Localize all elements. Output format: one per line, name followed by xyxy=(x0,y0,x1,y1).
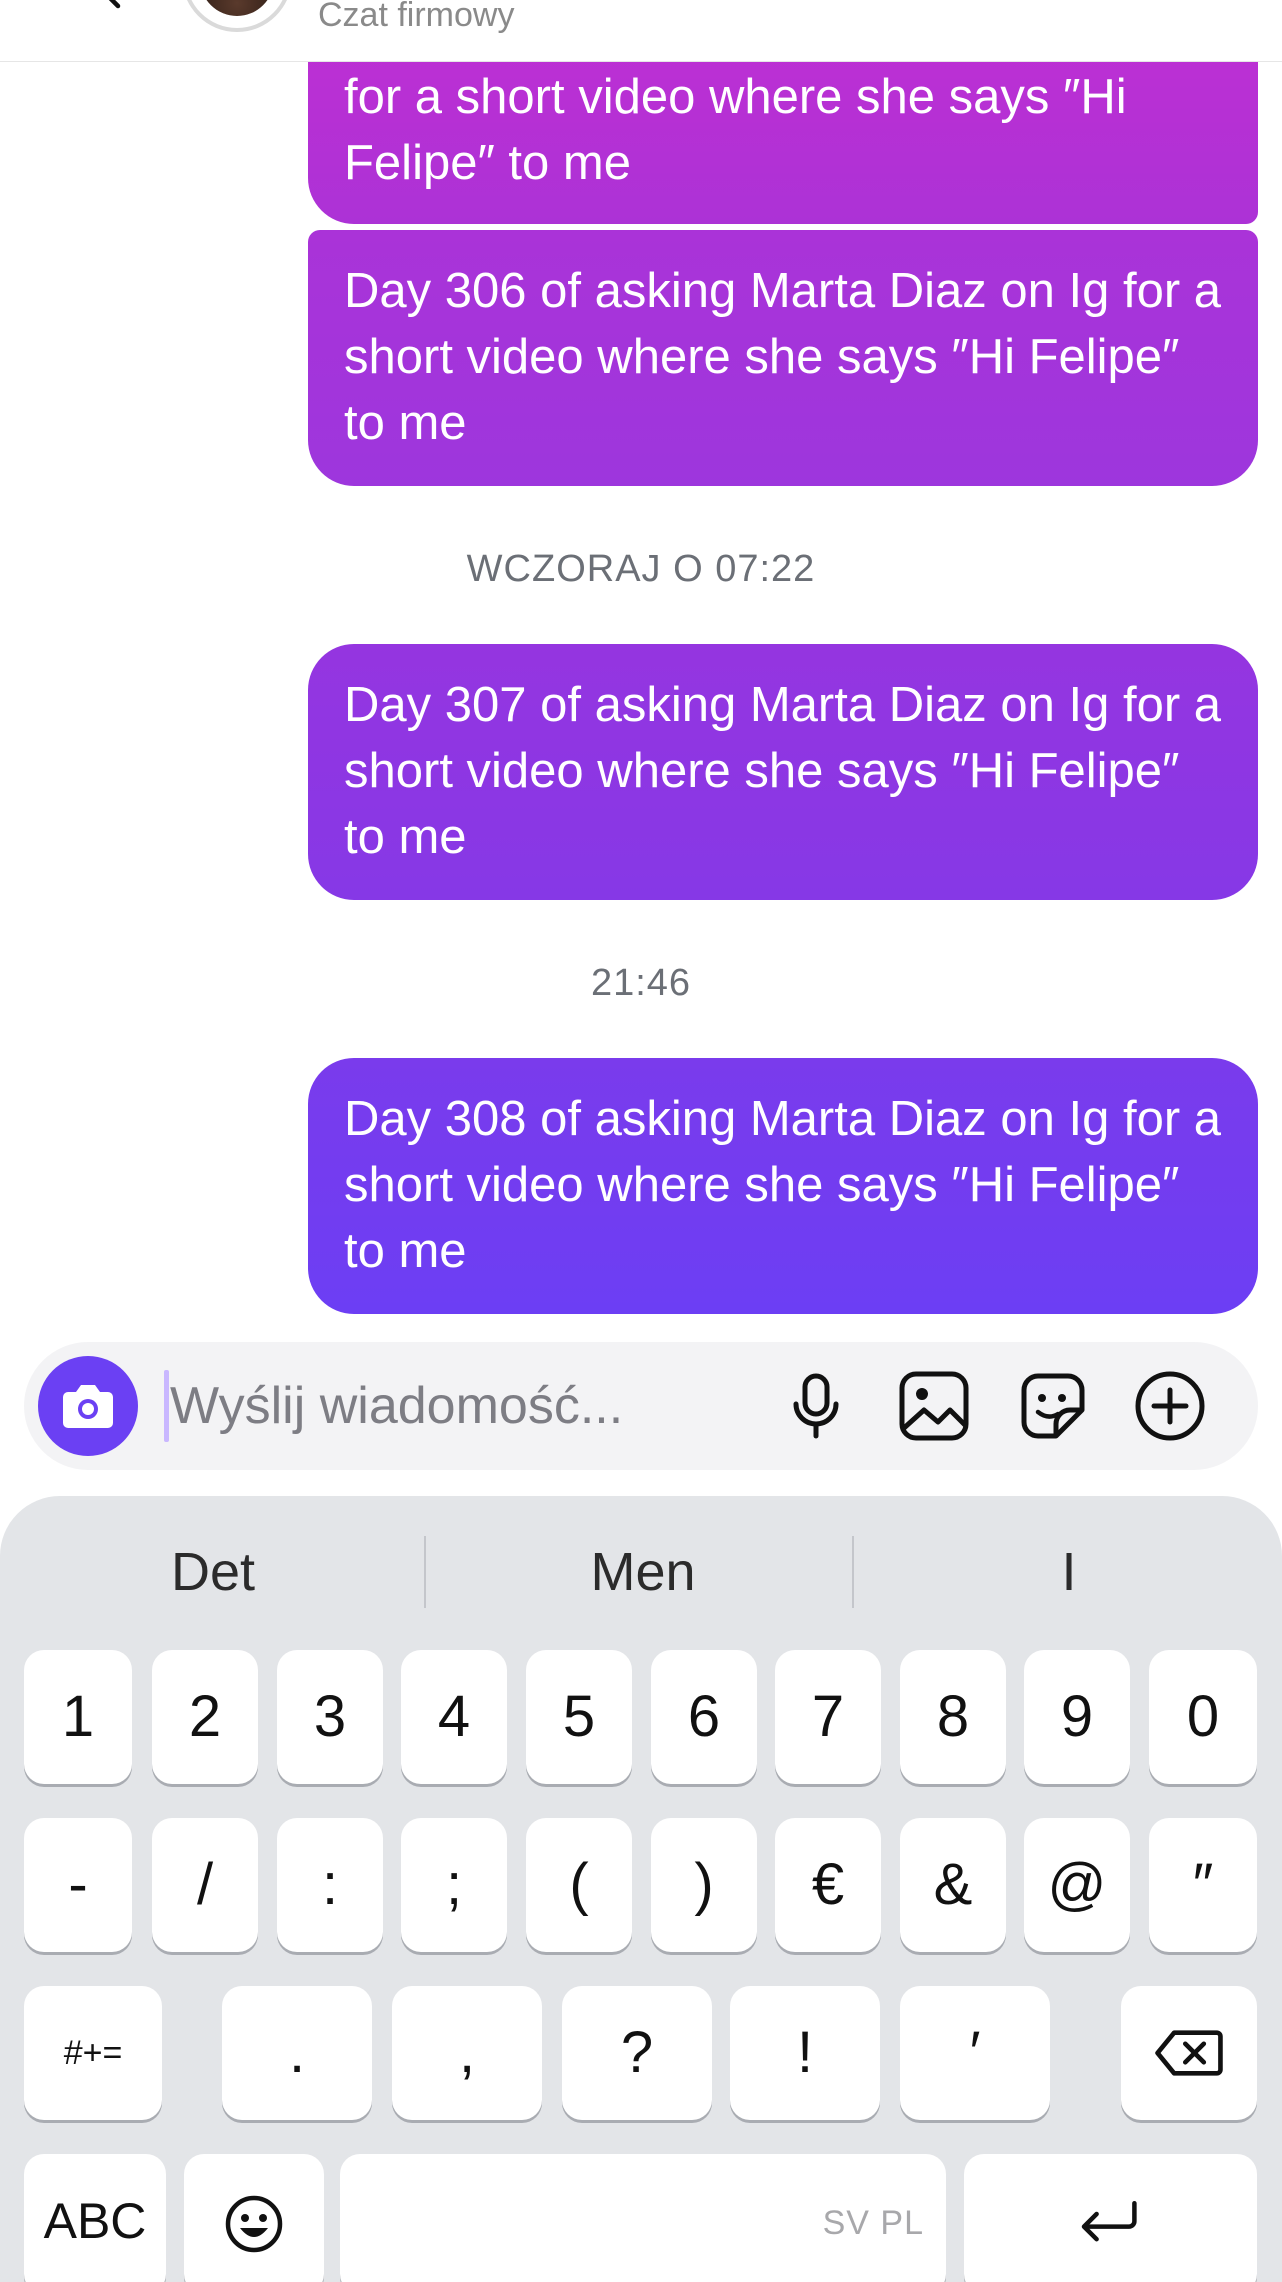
keyboard-language-hint: SV PL xyxy=(822,2204,924,2242)
plus-circle-icon[interactable] xyxy=(1130,1366,1210,1446)
message-text: Day 307 of asking Marta Diaz on Ig for a… xyxy=(344,678,1221,864)
backspace-key[interactable] xyxy=(1121,1986,1257,2120)
timestamp-divider: 21:46 xyxy=(590,962,692,1004)
key[interactable]: ! xyxy=(730,1986,880,2120)
camera-button[interactable] xyxy=(38,1356,138,1456)
key[interactable]: 5 xyxy=(526,1650,632,1784)
key[interactable]: € xyxy=(775,1818,881,1952)
emoji-key[interactable] xyxy=(184,2154,324,2282)
suggestion-divider xyxy=(424,1536,426,1608)
keyboard: Det Men I 1 2 3 4 5 6 7 8 9 0 - / : ; ( … xyxy=(0,1496,1282,2282)
message-composer xyxy=(24,1342,1258,1470)
message-text: Day 306 of asking Marta Diaz on Ig for a… xyxy=(344,264,1221,450)
key[interactable]: 0 xyxy=(1149,1650,1257,1784)
message-text: for a short video where she says ″Hi Fel… xyxy=(344,70,1127,190)
gallery-icon[interactable] xyxy=(894,1366,974,1446)
key[interactable]: ″ xyxy=(1149,1818,1257,1952)
key[interactable]: / xyxy=(152,1818,258,1952)
space-key[interactable]: SV PL xyxy=(340,2154,946,2282)
symbols-mode-key[interactable]: #+= xyxy=(24,1986,162,2120)
key[interactable]: ) xyxy=(651,1818,757,1952)
back-chevron-icon[interactable] xyxy=(92,0,132,10)
avatar[interactable] xyxy=(182,0,292,32)
microphone-icon[interactable] xyxy=(776,1366,856,1446)
key[interactable]: ( xyxy=(526,1818,632,1952)
key[interactable]: : xyxy=(277,1818,383,1952)
key[interactable]: & xyxy=(900,1818,1006,1952)
key[interactable]: ′ xyxy=(900,1986,1050,2120)
key[interactable]: 8 xyxy=(900,1650,1006,1784)
message-bubble-outgoing[interactable]: Day 307 of asking Marta Diaz on Ig for a… xyxy=(308,644,1258,900)
key[interactable]: 2 xyxy=(152,1650,258,1784)
emoji-icon xyxy=(225,2195,283,2253)
key[interactable]: 1 xyxy=(24,1650,132,1784)
backspace-icon xyxy=(1155,2030,1223,2076)
sticker-icon[interactable] xyxy=(1012,1366,1092,1446)
suggestion-2[interactable]: Men xyxy=(470,1532,816,1612)
key[interactable]: , xyxy=(392,1986,542,2120)
avatar-image xyxy=(200,0,274,16)
return-icon xyxy=(1081,2200,1137,2242)
suggestion-1[interactable]: Det xyxy=(40,1532,386,1612)
key[interactable]: 4 xyxy=(401,1650,507,1784)
suggestion-divider xyxy=(852,1536,854,1608)
key[interactable]: 6 xyxy=(651,1650,757,1784)
key[interactable]: - xyxy=(24,1818,132,1952)
abc-key[interactable]: ABC xyxy=(24,2154,166,2282)
message-input[interactable] xyxy=(170,1366,750,1446)
key[interactable]: ? xyxy=(562,1986,712,2120)
message-text: Day 308 of asking Marta Diaz on Ig for a… xyxy=(344,1092,1221,1278)
message-bubble-outgoing[interactable]: Day 306 of asking Marta Diaz on Ig for a… xyxy=(308,230,1258,486)
return-key[interactable] xyxy=(964,2154,1257,2282)
key[interactable]: 7 xyxy=(775,1650,881,1784)
key[interactable]: 3 xyxy=(277,1650,383,1784)
message-bubble-outgoing[interactable]: for a short video where she says ″Hi Fel… xyxy=(308,40,1258,224)
timestamp-divider: WCZORAJ O 07:22 xyxy=(466,548,816,590)
key[interactable]: ; xyxy=(401,1818,507,1952)
message-bubble-outgoing[interactable]: Day 308 of asking Marta Diaz on Ig for a… xyxy=(308,1058,1258,1314)
key[interactable]: 9 xyxy=(1024,1650,1130,1784)
chat-header: Czat firmowy xyxy=(0,0,1282,62)
camera-icon xyxy=(63,1385,113,1428)
key[interactable]: . xyxy=(222,1986,372,2120)
key[interactable]: @ xyxy=(1024,1818,1130,1952)
suggestion-3[interactable]: I xyxy=(896,1532,1242,1612)
text-caret xyxy=(164,1370,169,1442)
chat-subtitle: Czat firmowy xyxy=(318,0,515,34)
